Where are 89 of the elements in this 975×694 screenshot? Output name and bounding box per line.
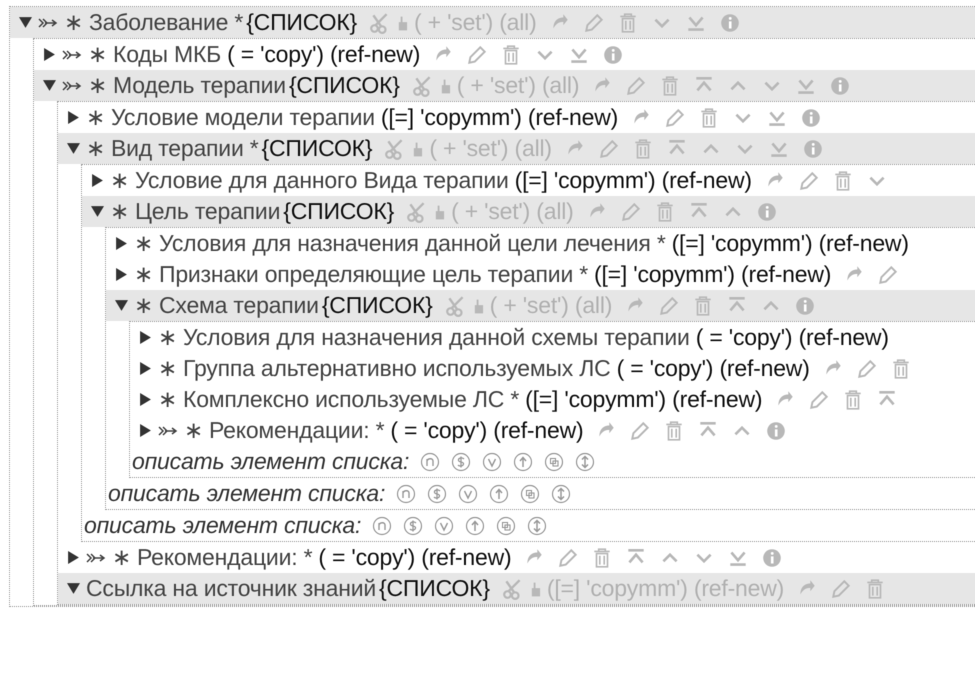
describe-label: описать элемент списка:: [108, 480, 386, 507]
circled-s-curve-icon[interactable]: [427, 484, 448, 504]
list-tag: {СПИСОК}: [322, 292, 433, 319]
circled-squares-icon[interactable]: [544, 452, 564, 472]
list-tag: {СПИСОК}: [246, 9, 358, 36]
node-label: ∗ Заболевание *: [64, 9, 244, 36]
node-options: ([=] 'copymm') (ref-new): [380, 104, 618, 131]
circled-check-icon[interactable]: [458, 484, 478, 504]
node-label: ∗ Условия для назначения данной цели лечения *: [134, 230, 666, 257]
pencil-icon[interactable]: [625, 74, 648, 96]
info-icon[interactable]: [794, 294, 816, 316]
circled-arch-icon[interactable]: [396, 484, 416, 504]
node-label: ∗ Цель терапии: [110, 198, 280, 225]
node-label: ∗ Рекомендации: *: [112, 544, 312, 571]
pencil-icon[interactable]: [466, 44, 488, 66]
pencil-icon[interactable]: [557, 546, 580, 568]
circled-s-curve-icon[interactable]: [451, 452, 472, 472]
node-label: ∗ Комплексно используемые ЛС *: [158, 386, 520, 413]
triangle-right-icon[interactable]: [139, 331, 152, 344]
describe-label: описать элемент списка:: [84, 512, 362, 539]
list-tag: {СПИСОК}: [283, 198, 394, 225]
node-options: ( = 'copy') (ref-new): [696, 324, 889, 351]
node-options: ([=] 'copymm') (ref-new): [514, 167, 752, 194]
triangle-right-icon[interactable]: [43, 48, 56, 61]
info-icon[interactable]: [602, 44, 624, 66]
circled-check-icon[interactable]: [482, 452, 502, 472]
node-label: ∗ Схема терапии: [134, 292, 319, 319]
circled-arch-icon[interactable]: [372, 516, 392, 536]
circled-squares-icon[interactable]: [496, 516, 516, 536]
triangle-down-icon[interactable]: [115, 299, 128, 312]
pencil-icon[interactable]: [582, 12, 605, 34]
circled-check-icon[interactable]: [434, 516, 454, 536]
node-label: ∗ Вид терапии *: [86, 135, 259, 162]
triangle-right-icon[interactable]: [139, 362, 152, 375]
node-label: Ссылка на источник знаний: [86, 575, 376, 602]
circled-arrow-up-icon[interactable]: [513, 452, 534, 472]
pencil-icon[interactable]: [620, 200, 642, 222]
triangle-right-icon[interactable]: [115, 237, 128, 250]
info-icon[interactable]: [761, 546, 784, 568]
node-label: ∗ Условие для данного Вида терапии: [110, 167, 509, 194]
list-tag: {СПИСОК}: [262, 135, 372, 162]
pencil-icon[interactable]: [598, 138, 620, 160]
triangle-down-icon[interactable]: [43, 79, 56, 92]
info-icon[interactable]: [718, 12, 741, 34]
info-icon[interactable]: [756, 200, 778, 222]
info-icon[interactable]: [802, 138, 824, 160]
triangle-down-icon[interactable]: [91, 205, 104, 218]
node-options: ( = 'copy') (ref-new): [227, 41, 420, 68]
pencil-icon[interactable]: [808, 388, 830, 410]
triangle-right-icon[interactable]: [91, 174, 104, 187]
pencil-icon[interactable]: [877, 264, 900, 286]
triangle-down-icon[interactable]: [67, 582, 80, 595]
triangle-down-icon[interactable]: [67, 142, 80, 155]
info-icon[interactable]: [829, 74, 852, 96]
triangle-right-icon[interactable]: [115, 268, 128, 281]
triangle-right-icon[interactable]: [67, 551, 80, 564]
pencil-icon[interactable]: [664, 106, 686, 128]
info-icon[interactable]: [800, 106, 822, 128]
circled-squares-icon[interactable]: [520, 484, 540, 504]
node-options: ( = 'copy') (ref-new): [318, 544, 512, 571]
node-label: ∗ Условия для назначения данной схемы терапии: [158, 324, 690, 351]
node-label: ∗ Коды МКБ: [88, 41, 222, 68]
describe-label: описать элемент списка:: [132, 448, 410, 475]
triangle-right-icon[interactable]: [139, 424, 152, 437]
node-options: ([=] 'copymm') (ref-new): [594, 261, 832, 288]
node-options: ( = 'copy') (ref-new): [616, 355, 810, 382]
pencil-icon[interactable]: [658, 294, 680, 316]
circled-arch-icon[interactable]: [420, 452, 440, 472]
triangle-right-icon[interactable]: [139, 393, 152, 406]
pencil-icon[interactable]: [798, 170, 820, 192]
node-options: ( = 'copy') (ref-new): [390, 417, 584, 444]
node-label: ∗ Модель терапии: [88, 72, 286, 99]
circled-arrow-up-icon[interactable]: [489, 484, 510, 504]
node-label: ∗ Признаки определяющие цель терапии *: [134, 261, 588, 288]
triangle-right-icon[interactable]: [67, 111, 80, 124]
triangle-down-icon[interactable]: [19, 16, 32, 29]
list-tag: {СПИСОК}: [288, 72, 400, 99]
pencil-icon[interactable]: [830, 578, 852, 600]
circled-arrow-up-icon[interactable]: [465, 516, 486, 536]
node-label: ∗ Группа альтернативно используемых ЛС: [158, 355, 611, 382]
list-tag: {СПИСОК}: [379, 575, 490, 602]
node-label: ∗ Рекомендации: *: [184, 417, 384, 444]
info-icon[interactable]: [765, 420, 788, 442]
circled-s-curve-icon[interactable]: [403, 516, 424, 536]
pencil-icon[interactable]: [856, 358, 878, 380]
pencil-icon[interactable]: [629, 420, 652, 442]
node-options: ([=] 'copymm') (ref-new): [525, 386, 762, 413]
node-options: ([=] 'copymm') (ref-new): [672, 230, 909, 257]
node-label: ∗ Условие модели терапии: [86, 104, 375, 131]
